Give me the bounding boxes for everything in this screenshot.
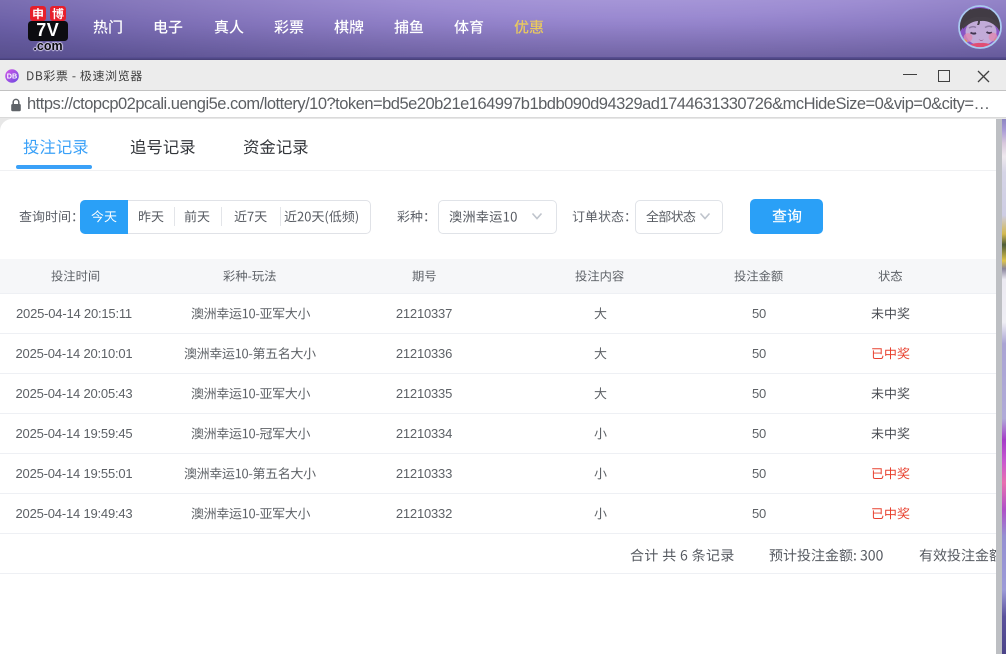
svg-text:DB: DB bbox=[7, 72, 17, 81]
